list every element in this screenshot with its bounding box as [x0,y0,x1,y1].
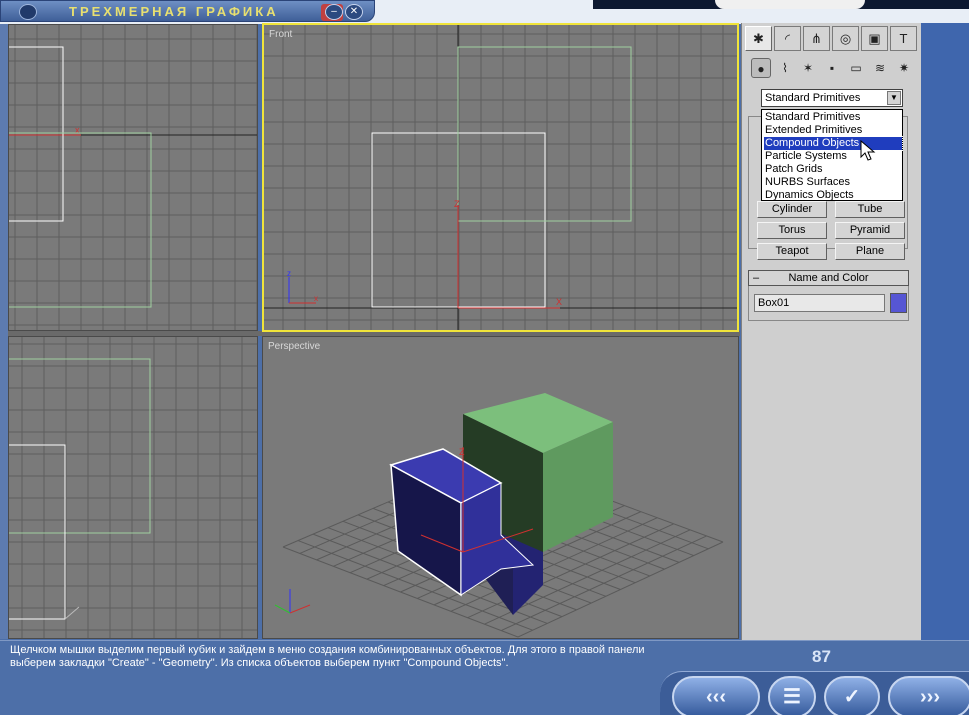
viewport-label-front[interactable]: Front [269,29,292,40]
grid [9,337,257,638]
utilities-tab-icon[interactable]: T [890,26,917,51]
dropdown-option[interactable]: Particle Systems [764,150,902,163]
viewport-perspective-canvas: Z [274,393,724,638]
create-tab-icon[interactable]: ✱ [745,26,772,51]
axis-tripod-x-label: x [314,294,318,303]
object-color-swatch[interactable] [890,293,907,313]
close-button[interactable]: ✕ [345,4,363,20]
viewport-left-canvas [9,337,257,638]
object-name-field[interactable]: Box01 [754,294,885,312]
viewport-perspective[interactable]: Z Perspective [262,336,739,639]
cylinder-button[interactable]: Cylinder [757,201,827,218]
cameras-icon[interactable]: ▪ [822,58,842,78]
systems-icon[interactable]: ✷ [894,58,914,78]
dropdown-value: Standard Primitives [765,92,861,104]
box01-outline [9,444,66,620]
torus-button[interactable]: Torus [757,222,827,239]
dropdown-option[interactable]: Dynamics Objects [764,189,902,202]
minimize-button[interactable]: – [325,4,343,20]
modify-tab-icon[interactable]: ◜ [774,26,801,51]
gizmo-z-label: Z [459,447,465,457]
pyramid-button[interactable]: Pyramid [835,222,905,239]
lesson-footer: Щелчком мышки выделим первый кубик и зай… [0,640,969,715]
hierarchy-tab-icon[interactable]: ⋔ [803,26,830,51]
panel-tabs: ✱ ◜ ⋔ ◎ ▣ T [745,26,919,52]
grid [9,25,257,330]
name-color-rollout-header[interactable]: – Name and Color [748,270,909,286]
tube-button[interactable]: Tube [835,201,905,218]
axis-tripod-z-label: z [287,269,291,278]
back-button[interactable]: ‹‹‹ [672,676,760,715]
category-buttons: ● ⌇ ✶ ▪ ▭ ≋ ✷ [748,58,918,80]
motion-tab-icon[interactable]: ◎ [832,26,859,51]
box02-outline [9,358,151,534]
chevron-down-icon[interactable]: ▼ [887,91,901,105]
left-edge [0,24,8,639]
app-window: ТРЕХМЕРНАЯ ГРАФИКА – ✕ x Z X z x Front Z… [0,0,969,715]
navigation-bar: ‹‹‹ ☰ ✓ ››› [660,671,969,715]
shapes-icon[interactable]: ⌇ [775,58,795,78]
gizmo-x-label: X [556,297,562,307]
object-category-dropdown[interactable]: Standard Primitives ▼ [761,89,903,107]
viewport-top-canvas: x [9,25,257,330]
axis-tripod-y [274,604,291,614]
dropdown-option[interactable]: Extended Primitives [764,124,902,137]
collapse-icon: – [753,272,760,284]
helpers-icon[interactable]: ▭ [846,58,866,78]
forward-button[interactable]: ››› [888,676,969,715]
rollout-title: Name and Color [788,272,869,284]
background-photo [593,0,969,9]
dropdown-option-selected[interactable]: Compound Objects [763,136,903,151]
dropdown-option[interactable]: Standard Primitives [764,111,902,124]
axis-tripod-x [289,604,311,614]
grid [264,25,737,330]
title-bar: ТРЕХМЕРНАЯ ГРАФИКА – ✕ [0,0,375,22]
grid-line [517,541,724,638]
menu-button[interactable]: ☰ [768,676,816,715]
teapot-button[interactable]: Teapot [757,243,827,260]
spacewarps-icon[interactable]: ≋ [870,58,890,78]
window-title: ТРЕХМЕРНАЯ ГРАФИКА [69,4,279,19]
box01-outline [9,46,64,222]
dropdown-option[interactable]: Patch Grids [764,163,902,176]
viewport-top[interactable]: x [8,24,258,331]
check-button[interactable]: ✓ [824,676,880,715]
viewport-front[interactable]: Z X z x Front [262,23,739,332]
dropdown-list: Standard Primitives Extended Primitives … [761,109,903,201]
plane-button[interactable]: Plane [835,243,905,260]
command-panel: ✱ ◜ ⋔ ◎ ▣ T ● ⌇ ✶ ▪ ▭ ≋ ✷ Cylinder Tube … [741,23,921,640]
page-number: 87 [812,647,831,666]
display-tab-icon[interactable]: ▣ [861,26,888,51]
app-logo-icon [19,4,37,20]
lesson-description: Щелчком мышки выделим первый кубик и зай… [10,644,645,669]
gizmo-z-label: Z [454,199,460,209]
mouse-pointer-icon [860,140,876,161]
viewport-label-perspective[interactable]: Perspective [268,341,320,352]
dropdown-option[interactable]: NURBS Surfaces [764,176,902,189]
geometry-icon[interactable]: ● [751,58,771,78]
lights-icon[interactable]: ✶ [798,58,818,78]
side-strip [921,23,969,640]
viewport-front-canvas: Z X z x [264,25,737,330]
gizmo-handle [64,606,80,620]
viewport-left[interactable] [8,336,258,639]
